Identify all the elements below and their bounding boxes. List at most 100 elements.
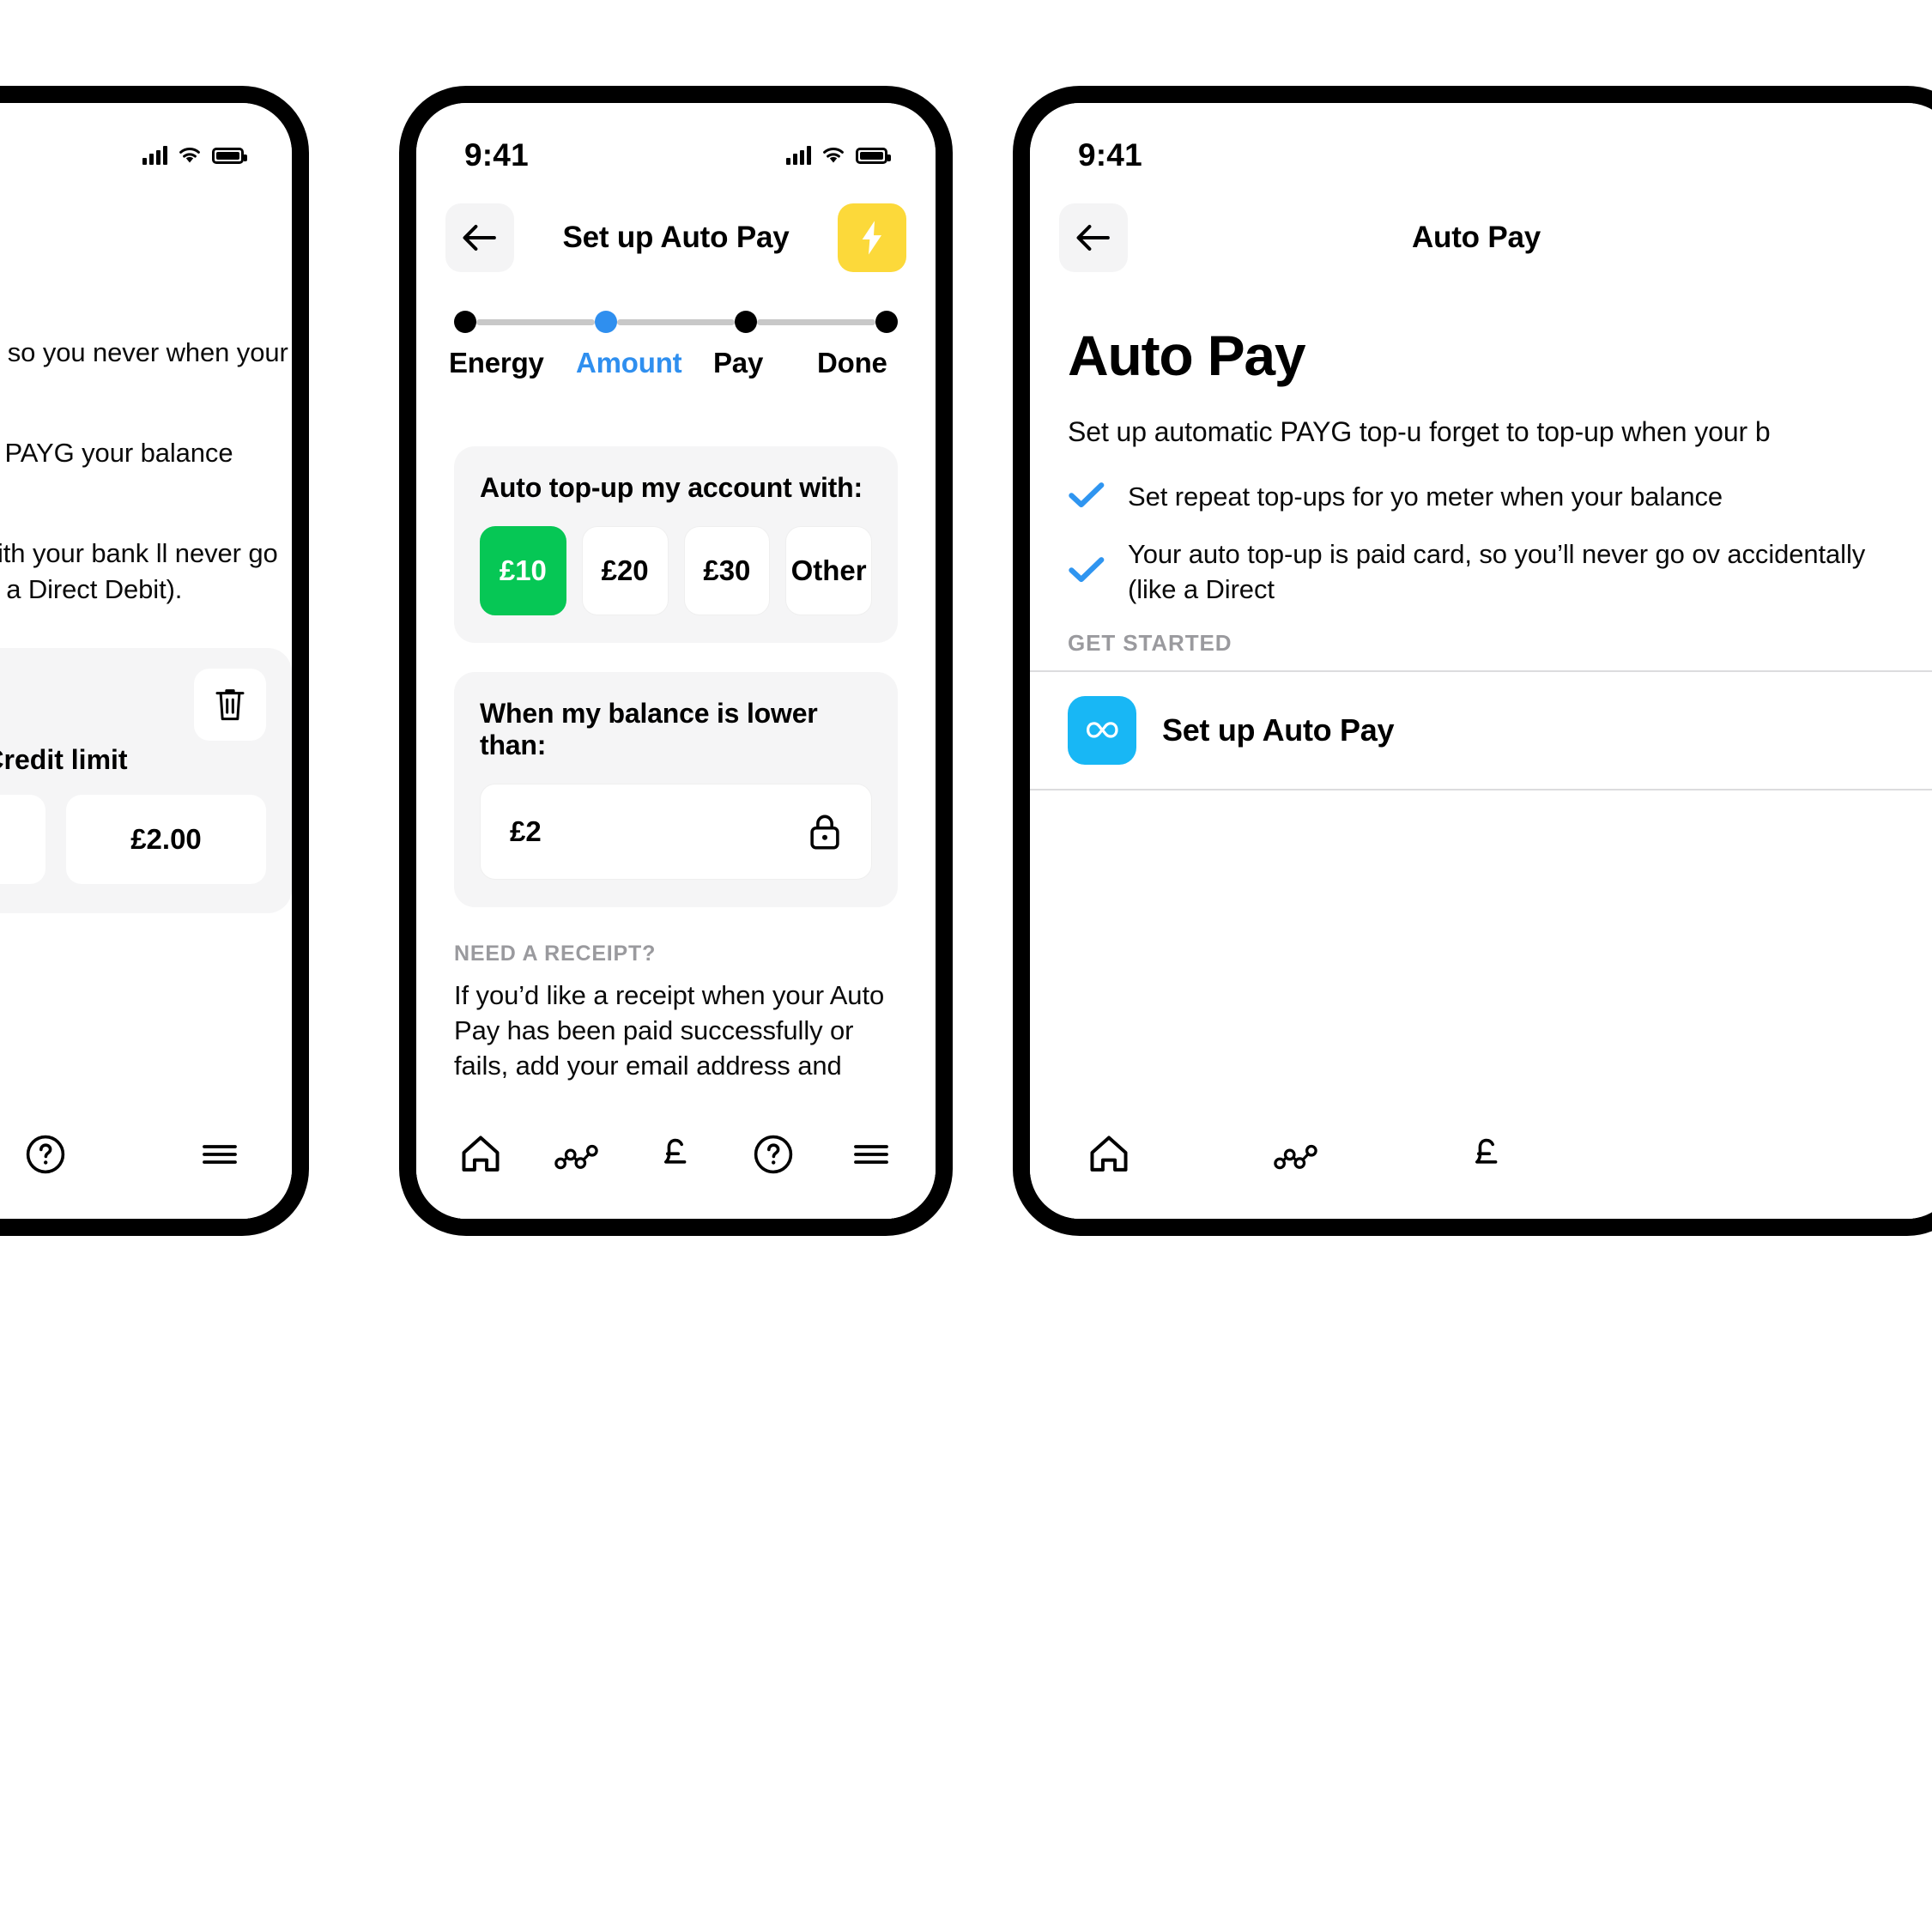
battery-icon — [856, 147, 891, 164]
credit-limit-value[interactable]: £2.00 — [66, 795, 266, 885]
middle-page-title: Set up Auto Pay — [562, 221, 790, 254]
tab-help[interactable] — [9, 1111, 81, 1197]
middle-status-icons — [786, 146, 891, 165]
get-started-list: Set up Auto Pay — [1030, 672, 1932, 789]
tab-menu[interactable] — [828, 1111, 914, 1197]
benefit-item: Set repeat top-ups for yo meter when you… — [1068, 480, 1919, 515]
amount-option-30[interactable]: £30 — [683, 526, 771, 615]
check-icon — [1068, 481, 1105, 514]
question-circle-icon — [754, 1135, 793, 1174]
check-icon — [1068, 555, 1105, 589]
receipt-eyebrow: NEED A RECEIPT? — [454, 942, 657, 966]
stepper-labels: Energy Amount Pay Done — [449, 347, 887, 379]
infinity-icon — [1068, 695, 1136, 765]
middle-tab-bar — [416, 1090, 936, 1219]
middle-status-time: 9:41 — [464, 137, 529, 173]
tab-payments[interactable] — [633, 1111, 718, 1197]
threshold-value: £2 — [510, 815, 542, 847]
left-nav-bar: Auto Pay — [0, 185, 292, 275]
wifi-icon — [823, 148, 844, 163]
usage-graph-icon — [1274, 1144, 1317, 1170]
step-label-done: Done — [817, 347, 887, 379]
tab-help[interactable] — [730, 1111, 816, 1197]
step-dot-energy[interactable] — [454, 311, 476, 333]
lightning-action-button[interactable] — [837, 203, 906, 272]
right-status-bar: 9:41 — [1030, 103, 1932, 185]
battery-icon — [212, 147, 247, 164]
tab-usage[interactable] — [1255, 1111, 1341, 1197]
question-circle-icon — [26, 1135, 65, 1174]
left-body: c PAYG top-ups so you never when your ba… — [0, 275, 292, 607]
tab-usage[interactable] — [536, 1111, 621, 1197]
stepper-track — [454, 311, 899, 333]
step-label-pay: Pay — [713, 347, 764, 379]
credit-limit-box-hidden[interactable] — [0, 795, 45, 885]
list-divider-bottom — [1030, 788, 1932, 790]
credit-limit-card: Credit limit £2.00 — [0, 648, 292, 914]
stepper-segment-2 — [616, 318, 736, 325]
hamburger-icon — [854, 1145, 888, 1164]
usage-graph-icon — [554, 1144, 598, 1170]
topup-amount-options: £10 £20 £30 Other — [480, 526, 872, 615]
phone-right: 9:41 Auto Pay Auto Pay Set up automatic … — [1013, 86, 1932, 1236]
right-screen: 9:41 Auto Pay Auto Pay Set up automatic … — [1030, 103, 1932, 1219]
back-button[interactable] — [1059, 203, 1128, 272]
right-intro: Set up automatic PAYG top-u forget to to… — [1068, 416, 1771, 447]
amount-option-other[interactable]: Other — [785, 526, 872, 615]
delete-limit-button[interactable] — [194, 669, 266, 742]
right-heading: Auto Pay — [1068, 324, 1306, 387]
lock-icon — [810, 815, 839, 850]
left-limit-section: Credit limit £2.00 — [0, 607, 292, 914]
step-dot-pay[interactable] — [735, 311, 758, 333]
left-status-icons — [142, 146, 247, 165]
credit-limit-label: Credit limit — [0, 744, 128, 776]
phone-left: Auto Pay c PAYG top-ups so you never whe… — [0, 86, 309, 1236]
right-page-title: Auto Pay — [1411, 221, 1541, 254]
trash-icon — [215, 689, 245, 721]
left-tab-bar — [0, 1090, 292, 1219]
benefit-text: Your auto top-up is paid card, so you’ll… — [1128, 538, 1866, 604]
pound-icon — [664, 1138, 687, 1164]
right-status-time: 9:41 — [1078, 137, 1142, 173]
balance-threshold-card: When my balance is lower than: £2 — [454, 672, 898, 907]
middle-screen: 9:41 Set up Auto Pay Energy Amount Pay D… — [416, 103, 936, 1219]
amount-option-20[interactable]: £20 — [581, 526, 669, 615]
threshold-card-title: When my balance is lower than: — [480, 698, 818, 760]
signal-icon — [142, 146, 167, 165]
signal-icon — [786, 146, 811, 165]
benefit-text: Set repeat top-ups for yo meter when you… — [1128, 481, 1723, 512]
stepper-segment-1 — [476, 318, 595, 325]
right-tab-bar — [1030, 1090, 1932, 1219]
home-icon — [1090, 1136, 1128, 1172]
left-paragraph-3: op-up is paid with your bank ll never go… — [0, 538, 278, 604]
benefit-list: Set repeat top-ups for yo meter when you… — [1068, 480, 1919, 608]
benefit-item: Your auto top-up is paid card, so you’ll… — [1068, 537, 1919, 608]
list-item-set-up-auto-pay[interactable]: Set up Auto Pay — [1068, 672, 1919, 789]
step-dot-amount[interactable] — [594, 311, 617, 333]
credit-limit-values: £2.00 — [0, 795, 266, 885]
topup-card-title: Auto top-up my account with: — [480, 472, 863, 503]
middle-status-bar: 9:41 — [416, 103, 936, 185]
phone-middle: 9:41 Set up Auto Pay Energy Amount Pay D… — [399, 86, 953, 1236]
tab-payments[interactable] — [1444, 1111, 1529, 1197]
topup-amount-card: Auto top-up my account with: £10 £20 £30… — [454, 446, 898, 643]
lightning-bolt-icon — [862, 221, 881, 255]
setup-stepper: Energy Amount Pay Done — [416, 275, 936, 379]
step-dot-done[interactable] — [875, 311, 899, 333]
right-body: Auto Pay Set up automatic PAYG top-u for… — [1030, 275, 1932, 657]
right-nav-bar: Auto Pay — [1030, 185, 1932, 275]
middle-nav-bar: Set up Auto Pay — [416, 185, 936, 275]
tab-home[interactable] — [1066, 1111, 1152, 1197]
back-button[interactable] — [445, 203, 514, 272]
threshold-field[interactable]: £2 — [480, 784, 872, 880]
list-item-label: Set up Auto Pay — [1162, 712, 1395, 748]
left-paragraph-2: op-ups for your PAYG your balance reache… — [0, 438, 233, 469]
amount-option-10[interactable]: £10 — [480, 526, 566, 615]
tab-menu[interactable] — [185, 1111, 256, 1197]
left-nav-spacer — [194, 203, 263, 272]
left-screen: Auto Pay c PAYG top-ups so you never whe… — [0, 103, 292, 1219]
tab-home[interactable] — [438, 1111, 524, 1197]
left-status-bar — [0, 103, 292, 185]
arrow-left-icon — [1076, 224, 1110, 251]
stepper-segment-3 — [757, 318, 876, 325]
